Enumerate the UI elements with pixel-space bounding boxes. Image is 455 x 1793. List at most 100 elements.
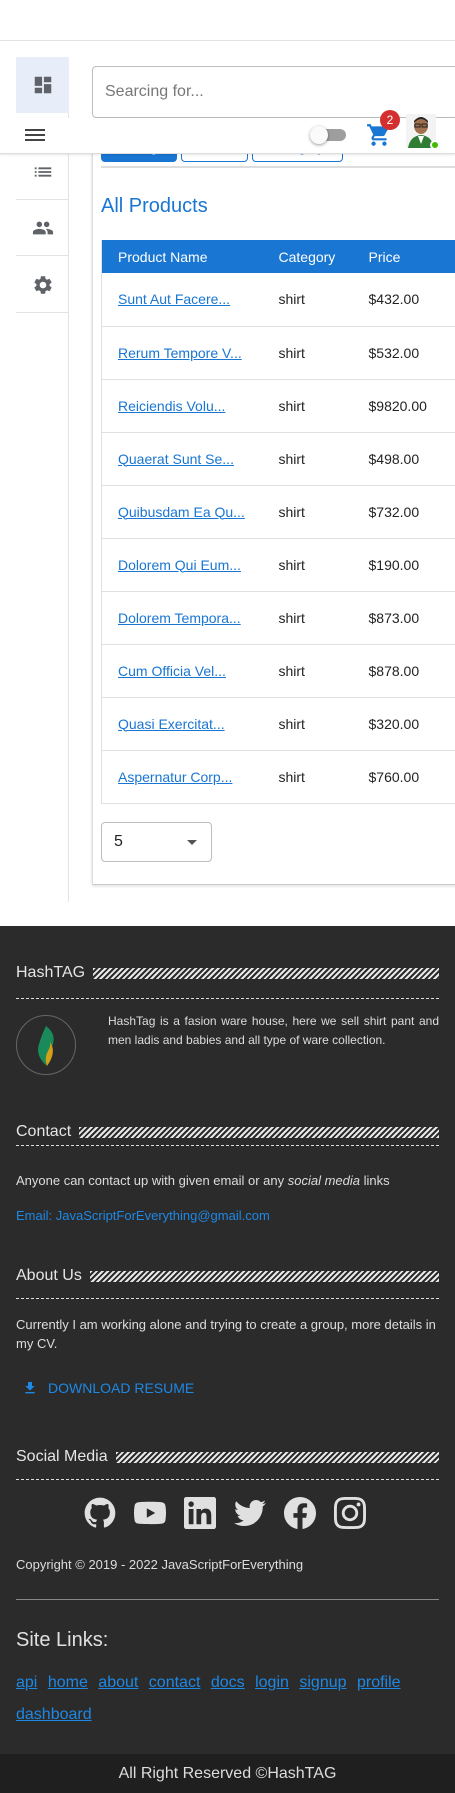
divider (16, 1599, 439, 1600)
table-row: Quaerat Sunt Se... shirt $498.00 (101, 432, 455, 486)
heading-stripe (79, 1126, 439, 1138)
list-icon (34, 166, 51, 177)
table-row: Aspernatur Corp... shirt $760.00 (101, 750, 455, 804)
product-price-cell: $320.00 (352, 697, 455, 751)
divider (16, 1298, 439, 1299)
product-category-cell: shirt (262, 273, 353, 327)
product-name-cell: Dolorem Qui Eum... (101, 538, 263, 592)
product-price-cell: $732.00 (352, 485, 455, 539)
search-input[interactable]: Searcing for... (92, 66, 455, 118)
download-resume-label: DOWNLOAD RESUME (48, 1380, 195, 1396)
site-link-about[interactable]: about (98, 1674, 138, 1691)
contact-email-link[interactable]: Email: JavaScriptForEverything@gmail.com (16, 1208, 270, 1223)
people-icon (32, 221, 53, 234)
gear-icon (33, 275, 52, 294)
youtube-icon[interactable] (134, 1497, 166, 1529)
rows-per-page-select[interactable]: 5 (101, 822, 212, 862)
table-row: Sunt Aut Facere... shirt $432.00 (101, 273, 455, 327)
product-category-cell: shirt (262, 644, 353, 698)
column-header-category[interactable]: Category (263, 240, 353, 273)
product-name-cell: Sunt Aut Facere... (101, 273, 263, 327)
product-link[interactable]: Rerum Tempore V... (118, 345, 242, 361)
heading-stripe (115, 1451, 439, 1463)
table-row: Quibusdam Ea Qu... shirt $732.00 (101, 485, 455, 539)
site-links: api home about contact docs login signup… (16, 1667, 439, 1731)
site-link-dashboard[interactable]: dashboard (16, 1706, 92, 1723)
product-link[interactable]: Sunt Aut Facere... (118, 291, 230, 307)
download-resume-button[interactable]: DOWNLOAD RESUME (22, 1380, 194, 1396)
download-icon (25, 1382, 35, 1394)
top-bar (0, 0, 455, 41)
table-header-row: Product Name Category Price (101, 240, 455, 273)
product-link[interactable]: Cum Officia Vel... (118, 663, 226, 679)
table-row: Dolorem Qui Eum... shirt $190.00 (101, 538, 455, 592)
product-link[interactable]: Dolorem Qui Eum... (118, 557, 241, 573)
facebook-icon[interactable] (284, 1497, 316, 1529)
linkedin-icon[interactable] (184, 1497, 216, 1529)
brand-description: HashTag is a fasion ware house, here we … (108, 1014, 439, 1047)
twitter-icon[interactable] (234, 1497, 266, 1529)
rights-text: All Right Reserved ©HashTAG (118, 1764, 337, 1782)
product-category-cell: shirt (262, 697, 353, 751)
column-header-product-name[interactable]: Product Name (102, 240, 263, 273)
sidebar-item-dashboard[interactable] (16, 57, 69, 113)
product-name-cell: Aspernatur Corp... (101, 750, 263, 804)
product-link[interactable]: Dolorem Tempora... (118, 610, 241, 626)
product-link[interactable]: Quibusdam Ea Qu... (118, 504, 245, 520)
heading-stripe (89, 1270, 439, 1282)
footer-social-heading-text: Social Media (16, 1448, 108, 1465)
search-placeholder: Searcing for... (105, 83, 204, 100)
footer-contact-heading: Contact (16, 1123, 439, 1141)
divider (16, 1145, 439, 1146)
contact-text: Anyone can contact up with given email o… (16, 1173, 390, 1188)
site-link-contact[interactable]: contact (149, 1674, 201, 1691)
online-status-dot (430, 140, 440, 150)
product-name-cell: Rerum Tempore V... (101, 326, 263, 380)
footer-brand-heading: HashTAG (16, 964, 439, 982)
sidebar-item-settings[interactable] (16, 257, 69, 313)
product-link[interactable]: Reiciendis Volu... (118, 398, 225, 414)
theme-toggle[interactable] (310, 126, 348, 144)
product-link[interactable]: Quaerat Sunt Se... (118, 451, 234, 467)
about-text: Currently I am working alone and trying … (16, 1317, 436, 1351)
sidebar (16, 57, 69, 902)
site-links-title: Site Links: (16, 1629, 109, 1651)
footer-social-heading: Social Media (16, 1448, 439, 1466)
products-table: Product Name Category Price Sunt Aut Fac… (101, 240, 455, 804)
table-row: Rerum Tempore V... shirt $532.00 (101, 326, 455, 380)
menu-icon[interactable] (25, 126, 45, 146)
site-link-home[interactable]: home (48, 1674, 88, 1691)
site-link-signup[interactable]: signup (299, 1674, 346, 1691)
footer: HashTAG HashTag is a fasion ware house, … (0, 926, 455, 1754)
app-bar: 2 (0, 110, 455, 154)
divider (16, 998, 439, 999)
rows-per-page-value: 5 (114, 833, 123, 850)
footer-about-heading: About Us (16, 1267, 439, 1285)
product-category-cell: shirt (262, 379, 353, 433)
product-price-cell: $760.00 (352, 750, 455, 804)
table-row: Reiciendis Volu... shirt $9820.00 (101, 379, 455, 433)
site-link-api[interactable]: api (16, 1674, 37, 1691)
product-link[interactable]: Aspernatur Corp... (118, 769, 232, 785)
product-link[interactable]: Quasi Exercitat... (118, 716, 225, 732)
site-link-profile[interactable]: profile (357, 1674, 401, 1691)
divider (16, 1479, 439, 1480)
column-header-price[interactable]: Price (353, 240, 455, 273)
product-name-cell: Dolorem Tempora... (101, 591, 263, 645)
product-price-cell: $498.00 (352, 432, 455, 486)
site-link-docs[interactable]: docs (211, 1674, 245, 1691)
table-row: Cum Officia Vel... shirt $878.00 (101, 644, 455, 698)
github-icon[interactable] (84, 1497, 116, 1529)
site-link-login[interactable]: login (255, 1674, 289, 1691)
product-price-cell: $9820.00 (352, 379, 455, 433)
product-category-cell: shirt (262, 750, 353, 804)
instagram-icon[interactable] (334, 1497, 366, 1529)
avatar[interactable] (406, 114, 440, 150)
sidebar-item-users[interactable] (16, 200, 69, 256)
product-name-cell: Reiciendis Volu... (101, 379, 263, 433)
social-links (84, 1497, 366, 1529)
footer-contact-heading-text: Contact (16, 1123, 72, 1140)
footer-about-heading-text: About Us (16, 1267, 82, 1284)
cart-badge: 2 (380, 110, 400, 130)
product-category-cell: shirt (262, 591, 353, 645)
